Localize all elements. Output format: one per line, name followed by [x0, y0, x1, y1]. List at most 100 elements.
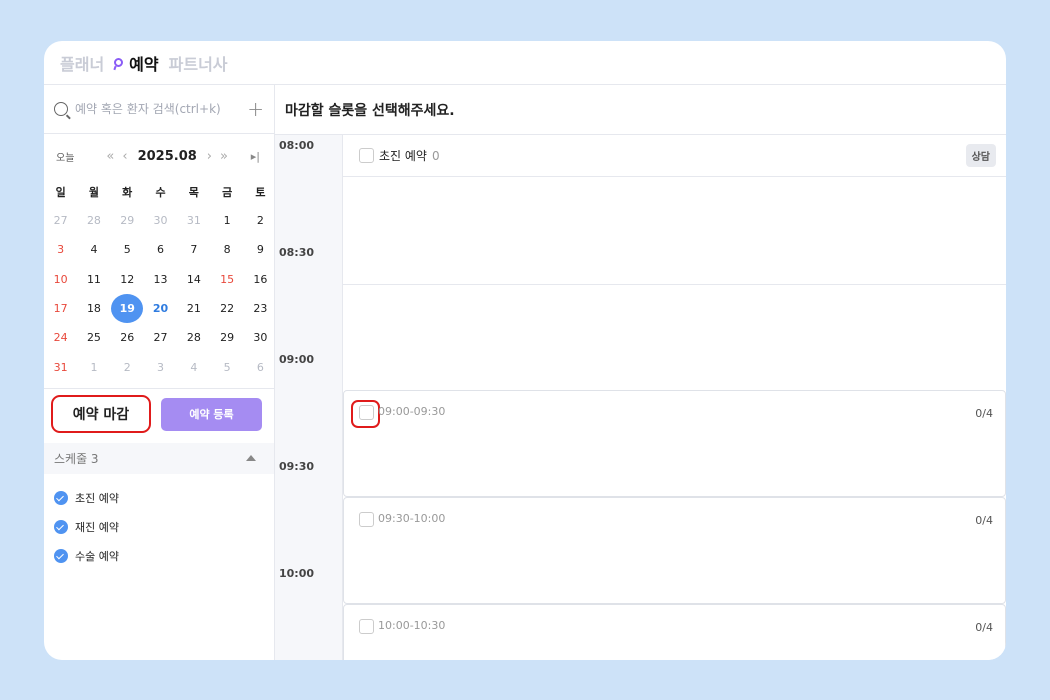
calendar-day[interactable]: 11 [77, 265, 110, 294]
calendar-day[interactable]: 7 [177, 235, 210, 264]
sidebar: + 오늘 « ‹ 2025.08 › » ▸| 일월화수목금토272829303… [44, 85, 275, 660]
schedule-item[interactable]: 재진 예약 [44, 513, 274, 542]
check-circle-icon[interactable] [54, 549, 68, 564]
schedule-item[interactable]: 수술 예약 [44, 542, 274, 571]
calendar-day[interactable]: 9 [244, 235, 277, 264]
column-header: 초진 예약 0 상담 [343, 135, 1006, 177]
current-month: 2025.08 [137, 148, 197, 164]
next-month-icon[interactable]: › [207, 149, 212, 164]
calendar-day[interactable]: 6 [144, 235, 177, 264]
calendar-day[interactable]: 20 [144, 294, 177, 323]
weekday-label: 월 [88, 186, 99, 199]
calendar-day[interactable]: 27 [44, 206, 77, 235]
time-slot[interactable]: 09:30-10:00 0/4 [343, 497, 1006, 604]
calendar-day[interactable]: 31 [44, 352, 77, 381]
calendar-day[interactable]: 14 [177, 265, 210, 294]
time-label: 08:30 [279, 246, 315, 259]
register-reservation-button[interactable]: 예약 등록 [161, 397, 262, 431]
next-year-icon[interactable]: » [220, 149, 228, 164]
calendar-day[interactable]: 31 [177, 206, 210, 235]
calendar-day[interactable]: 29 [111, 206, 144, 235]
calendar-day[interactable]: 22 [210, 294, 243, 323]
tab-partners[interactable]: 파트너사 [169, 51, 228, 75]
calendar-day[interactable]: 19 [111, 294, 144, 324]
time-column: 08:00 08:30 09:00 09:30 10:00 [275, 135, 343, 660]
calendar-day[interactable]: 28 [177, 323, 210, 352]
calendar-day[interactable]: 2 [244, 206, 277, 235]
jump-end-icon[interactable]: ▸| [251, 150, 260, 163]
calendar-day[interactable]: 25 [77, 323, 110, 352]
calendar-day-number: 30 [153, 214, 168, 228]
instruction-text: 마감할 슬롯을 선택해주세요. [275, 85, 1006, 135]
time-slot[interactable]: 10:00-10:30 0/4 [343, 604, 1006, 660]
slot-checkbox[interactable] [359, 512, 374, 527]
today-button[interactable]: 오늘 [56, 149, 74, 164]
calendar-day-number: 29 [120, 214, 135, 228]
calendar-day[interactable]: 5 [111, 235, 144, 264]
calendar-day[interactable]: 4 [177, 352, 210, 381]
calendar-day-number: 6 [256, 360, 264, 374]
calendar-day[interactable]: 26 [111, 323, 144, 352]
calendar-header: 오늘 « ‹ 2025.08 › » ▸| [44, 134, 274, 178]
time-slot[interactable]: 09:00-09:30 0/4 [343, 390, 1006, 497]
calendar-day[interactable]: 18 [77, 294, 110, 323]
slot-time: 09:30-10:00 [378, 512, 446, 525]
calendar-day[interactable]: 2 [111, 352, 144, 381]
calendar-day[interactable]: 15 [210, 265, 243, 294]
calendar-day[interactable]: 30 [244, 323, 277, 352]
calendar-day-number: 22 [220, 302, 235, 316]
schedule-label: 초진 예약 [75, 492, 119, 506]
calendar-day[interactable]: 6 [244, 352, 277, 381]
calendar-day[interactable]: 29 [210, 323, 243, 352]
schedule-list: 초진 예약 재진 예약 수술 예약 [44, 474, 274, 571]
highlight-marker [351, 400, 380, 428]
slot-checkbox[interactable] [359, 619, 374, 634]
column-count: 0 [431, 148, 440, 163]
calendar-day[interactable]: 23 [244, 294, 277, 323]
tab-reservation[interactable]: 예약 [114, 51, 159, 75]
calendar-day[interactable]: 5 [210, 352, 243, 381]
prev-year-icon[interactable]: « [106, 149, 114, 164]
calendar-day-number: 10 [53, 272, 68, 286]
check-circle-icon[interactable] [54, 491, 68, 506]
select-all-checkbox[interactable] [359, 148, 374, 163]
time-label: 09:30 [279, 460, 315, 473]
calendar-day[interactable]: 4 [77, 235, 110, 264]
close-reservation-button[interactable]: 예약 마감 [51, 394, 151, 433]
consult-badge[interactable]: 상담 [965, 144, 996, 167]
calendar-day[interactable]: 16 [244, 265, 277, 294]
prev-month-icon[interactable]: ‹ [122, 149, 127, 164]
calendar-day[interactable]: 12 [111, 265, 144, 294]
calendar-day-number: 28 [186, 331, 201, 345]
calendar-day-number: 27 [153, 331, 168, 345]
calendar-day[interactable]: 21 [177, 294, 210, 323]
calendar-day[interactable]: 30 [144, 206, 177, 235]
calendar-day-number: 2 [256, 214, 264, 228]
tab-planner[interactable]: 플래너 [60, 51, 104, 75]
collapse-icon[interactable] [246, 455, 256, 462]
calendar-day[interactable]: 10 [44, 265, 77, 294]
calendar-day-number: 18 [86, 302, 101, 316]
calendar-day[interactable]: 1 [210, 206, 243, 235]
calendar-day-number: 23 [253, 302, 268, 316]
slot-capacity: 0/4 [975, 621, 993, 634]
calendar-day[interactable]: 28 [77, 206, 110, 235]
search-input[interactable] [75, 102, 248, 116]
schedule-header[interactable]: 스케줄 3 [44, 442, 274, 474]
check-circle-icon[interactable] [54, 520, 68, 535]
top-nav: 플래너 예약 파트너사 [44, 41, 1006, 85]
calendar-day[interactable]: 27 [144, 323, 177, 352]
calendar-day[interactable]: 17 [44, 294, 77, 323]
calendar-day[interactable]: 13 [144, 265, 177, 294]
calendar-day[interactable]: 3 [144, 352, 177, 381]
calendar-day[interactable]: 8 [210, 235, 243, 264]
add-icon[interactable]: + [247, 99, 264, 119]
calendar-day-number: 4 [190, 360, 198, 374]
calendar-day[interactable]: 3 [44, 235, 77, 264]
calendar-day-number: 27 [53, 214, 68, 228]
schedule-item[interactable]: 초진 예약 [44, 484, 274, 513]
time-label: 10:00 [279, 567, 315, 580]
calendar-day[interactable]: 1 [77, 352, 110, 381]
calendar-day-number: 28 [86, 214, 101, 228]
calendar-day[interactable]: 24 [44, 323, 77, 352]
